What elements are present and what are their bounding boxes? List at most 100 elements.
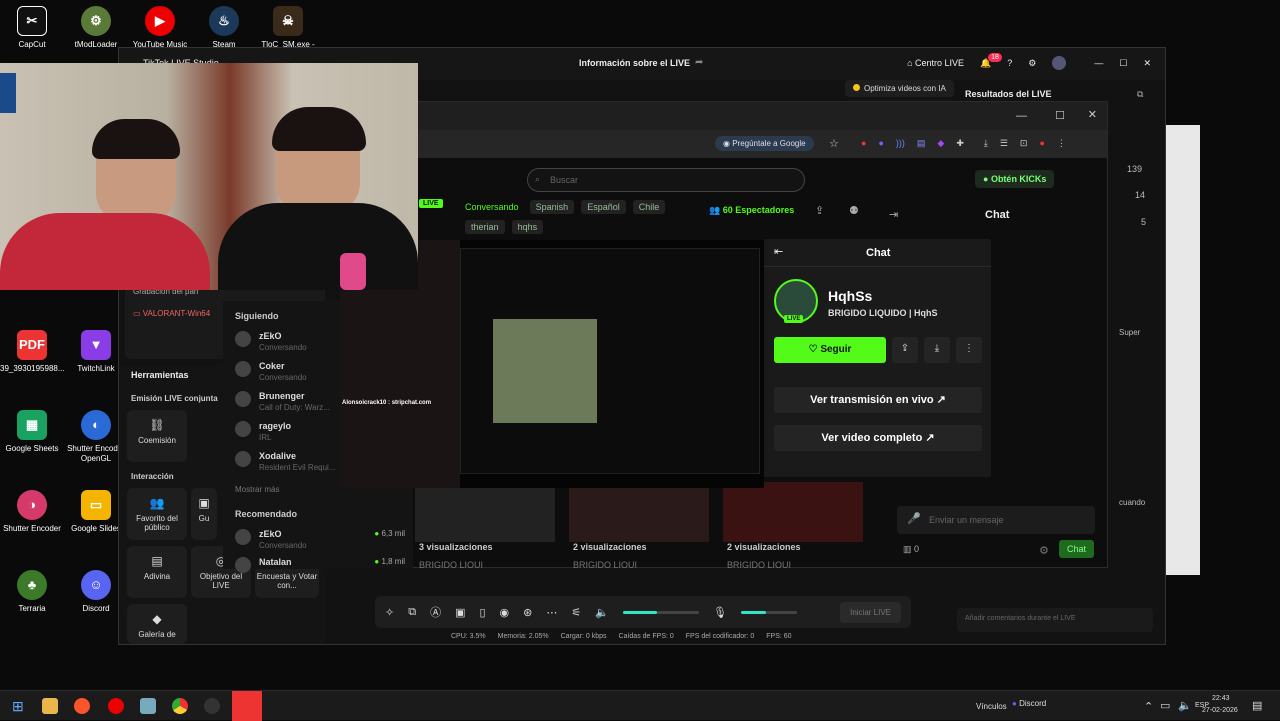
camera-effects-icon[interactable]: ⊛ (523, 606, 532, 619)
tray-chevron-icon[interactable]: ⌃ (1144, 700, 1153, 713)
recommended-item[interactable]: Natalan ● 1,8 mil (235, 557, 405, 573)
vod-thumbnail[interactable] (723, 482, 863, 542)
following-item[interactable]: Coker Conversando (235, 361, 307, 382)
desktop-icon-tmodloader[interactable]: ⚙ tModLoader (64, 6, 128, 50)
download-icon[interactable]: ⤓ (984, 138, 988, 149)
volume-icon[interactable]: 🔈 (1178, 699, 1192, 712)
centro-live-button[interactable]: ⌂ Centro LIVE (907, 58, 964, 68)
settings-gear-icon[interactable]: ⚙ (1028, 58, 1036, 69)
optimize-ai-button[interactable]: Optimiza videos con IA (845, 80, 954, 97)
file-explorer-icon[interactable] (42, 698, 58, 714)
channel-name[interactable]: HqhSs (828, 288, 872, 304)
close-icon[interactable]: ✕ (1088, 108, 1097, 121)
following-item[interactable]: Brunenger Call of Duty: Warz... (235, 391, 330, 412)
share-icon[interactable]: ⇪ (815, 204, 824, 217)
magic-wand-icon[interactable]: ✧ (385, 606, 394, 619)
menu-icon[interactable]: ⋮ (1057, 138, 1066, 149)
minimize-icon[interactable]: — (1016, 110, 1027, 122)
tag[interactable]: therian (465, 220, 505, 234)
mic-icon[interactable]: 🎤 (907, 512, 921, 525)
get-kicks-button[interactable]: ● Obtén KICKs (975, 170, 1055, 188)
category-link[interactable]: Conversando (465, 202, 519, 212)
ask-google-button[interactable]: ◉ Pregúntale a Google (715, 136, 814, 151)
following-item[interactable]: Xodalive Resident Evil Requi... (235, 451, 335, 472)
recommended-item[interactable]: zEkO ● 6,3 mil Conversando (235, 529, 405, 550)
tag[interactable]: Español (581, 200, 626, 214)
share-button[interactable]: ⇪ (892, 337, 918, 363)
show-more-link[interactable]: Mostrar más (235, 485, 279, 494)
desktop-icon-shutter-encoder[interactable]: ◑ Shutter Encoder (0, 490, 64, 534)
screenshot-icon[interactable]: ⊡ (1020, 138, 1028, 149)
maximize-icon[interactable]: ☐ (1119, 58, 1127, 69)
desktop-icon-capcut[interactable]: ✂ CapCut (0, 6, 64, 50)
follow-button[interactable]: ♡ Seguir (774, 337, 886, 363)
desktop-icon-youtube-music[interactable]: ▶ YouTube Music (128, 6, 192, 50)
media-icon[interactable]: ▣ (455, 606, 465, 619)
speaker-icon[interactable]: 🔈 (595, 606, 609, 619)
tool-guess[interactable]: ▤ Adivina (127, 546, 187, 598)
following-item[interactable]: rageylo IRL (235, 421, 291, 442)
chat-message-input[interactable]: Enviar un mensaje (897, 506, 1095, 534)
follow-user-icon[interactable]: ⚉ (849, 204, 859, 217)
mixer-icon[interactable]: ⚟ (571, 606, 581, 619)
vod-title[interactable]: BRIGIDO LIQUI (419, 560, 483, 568)
chat-settings-icon[interactable]: ⚙ (1039, 544, 1049, 557)
youtube-music-icon[interactable] (108, 698, 124, 714)
watch-full-video-button[interactable]: Ver video completo ↗ (774, 425, 982, 451)
avatar[interactable] (1052, 56, 1067, 70)
screen-share-icon[interactable]: ⧉ (408, 606, 416, 619)
profile-icon[interactable]: ● (1039, 138, 1044, 149)
media-control-icon[interactable]: ☰ (1000, 138, 1008, 149)
tool-gallery[interactable]: ◆ Galería de (127, 604, 187, 644)
desktop-icon-game-exe[interactable]: ☠ TloC_SM.exe - (256, 6, 320, 50)
chat-send-button[interactable]: Chat (1059, 540, 1095, 558)
notification-center-icon[interactable]: ▤ (1252, 699, 1262, 712)
tool-partial[interactable]: ▣ Gu (191, 488, 217, 540)
app-icon[interactable] (140, 698, 156, 714)
vod-thumbnail[interactable] (415, 482, 555, 542)
clock-time[interactable]: 22:43 (1212, 695, 1230, 702)
start-live-button[interactable]: Iniciar LIVE (840, 601, 901, 623)
extension-icon[interactable]: ● (861, 138, 866, 149)
tiktok-live-studio-icon[interactable] (232, 691, 262, 721)
extension-icon[interactable]: ))) (896, 138, 905, 149)
chrome-icon[interactable] (172, 698, 188, 714)
brave-icon[interactable] (74, 698, 90, 714)
desktop-icon-pdf[interactable]: PDF 39_3930195988... (0, 330, 65, 374)
network-icon[interactable]: ▭ (1160, 699, 1170, 712)
tag[interactable]: hqhs (511, 220, 544, 234)
minimize-icon[interactable]: — (1094, 58, 1103, 68)
tag[interactable]: Spanish (529, 200, 575, 214)
popout-icon[interactable]: ⧉ (1137, 89, 1143, 100)
vod-title[interactable]: BRIGIDO LIQUI (727, 560, 791, 568)
source-item[interactable]: ▭ VALORANT-Win64 (133, 309, 210, 318)
vod-thumbnail[interactable] (569, 482, 709, 542)
following-item[interactable]: zEkO Conversando (235, 331, 307, 352)
record-icon[interactable]: ◉ (500, 606, 510, 619)
bookmark-star-icon[interactable]: ☆ (829, 137, 839, 150)
clock-date[interactable]: 27-02-2026 (1202, 707, 1238, 714)
live-comment-input[interactable]: Añadir comentarios durante el LIVE (957, 608, 1153, 632)
help-icon[interactable]: ? (1007, 58, 1012, 68)
more-options-button[interactable]: ⋮ (956, 337, 982, 363)
collapse-icon[interactable]: ⇤ (774, 245, 783, 258)
discord-toolbar[interactable]: ● Discord (1012, 699, 1046, 708)
collapse-chat-icon[interactable]: ⇥ (889, 208, 898, 221)
extension-icon[interactable]: ◆ (937, 138, 944, 149)
coemision-button[interactable]: ⛓ Coemisión (127, 410, 187, 462)
maximize-icon[interactable]: ☐ (1055, 109, 1065, 122)
close-icon[interactable]: ✕ (1143, 58, 1151, 69)
watch-live-button[interactable]: Ver transmisión en vivo ↗ (774, 387, 982, 413)
translate-icon[interactable]: ▤ (917, 138, 926, 149)
vod-title[interactable]: BRIGIDO LIQUI (573, 560, 637, 568)
microphone-icon[interactable]: 🎙 (713, 606, 727, 619)
mic-slider[interactable] (740, 610, 797, 614)
windows-start-icon[interactable]: ⊞ (12, 698, 24, 715)
live-info-title[interactable]: Información sobre el LIVE (579, 58, 690, 68)
desktop-icon-steam[interactable]: ♨ Steam (192, 6, 256, 50)
puzzle-icon[interactable]: ✚ (956, 138, 964, 149)
tag[interactable]: Chile (632, 200, 666, 214)
more-icon[interactable]: ⋯ (546, 606, 557, 619)
links-toolbar[interactable]: Vínculos (976, 702, 1007, 711)
volume-slider[interactable] (622, 610, 699, 614)
